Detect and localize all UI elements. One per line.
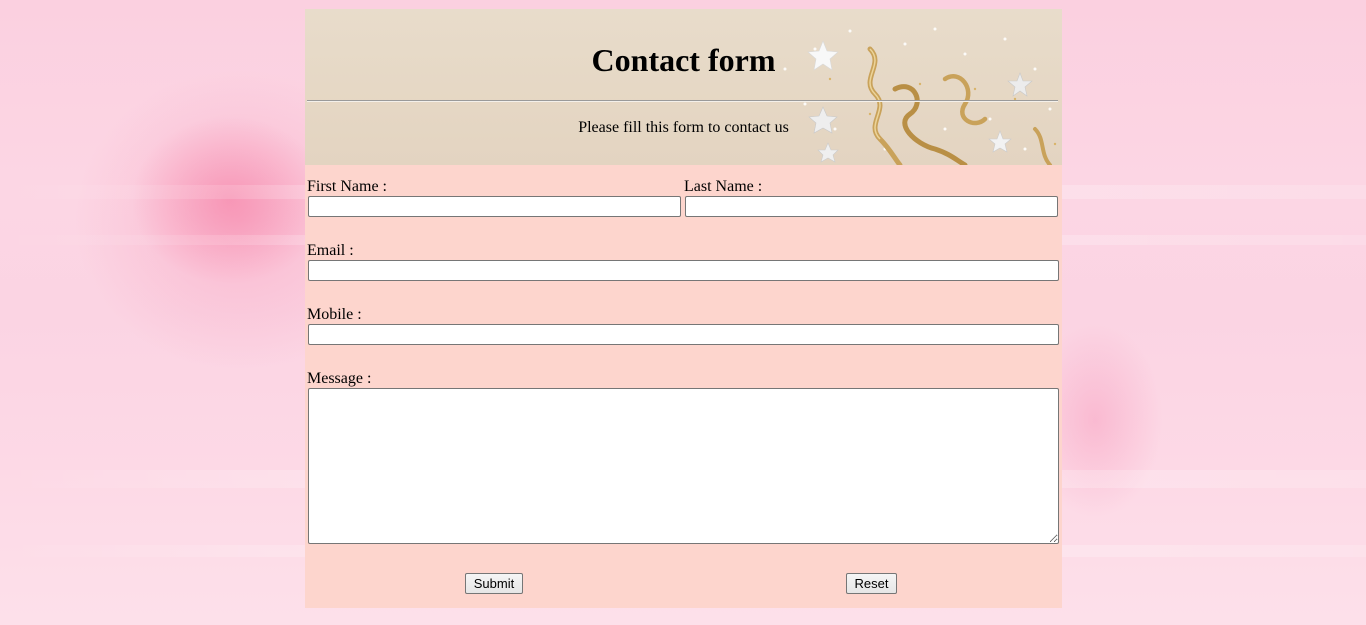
last-name-field[interactable]: [685, 196, 1058, 217]
message-label: Message :: [307, 370, 372, 387]
last-name-label: Last Name :: [684, 178, 763, 195]
page-title: Contact form: [591, 42, 776, 78]
star-icon: [817, 142, 839, 163]
email-label: Email :: [307, 242, 354, 259]
email-field[interactable]: [308, 260, 1059, 281]
submit-button[interactable]: Submit: [465, 573, 523, 594]
header-divider: [307, 100, 1058, 102]
form-header: Contact form Please fill this form to co…: [305, 9, 1062, 165]
form-subtitle: Please fill this form to contact us: [578, 119, 789, 136]
reset-button[interactable]: Reset: [846, 573, 897, 594]
first-name-field[interactable]: [308, 196, 681, 217]
mobile-field[interactable]: [308, 324, 1059, 345]
message-textarea[interactable]: [308, 388, 1059, 544]
contact-form: Contact form Please fill this form to co…: [305, 9, 1062, 608]
first-name-label: First Name :: [307, 178, 387, 195]
mobile-label: Mobile :: [307, 306, 362, 323]
star-ribbon-decoration-icon: [783, 27, 1057, 165]
